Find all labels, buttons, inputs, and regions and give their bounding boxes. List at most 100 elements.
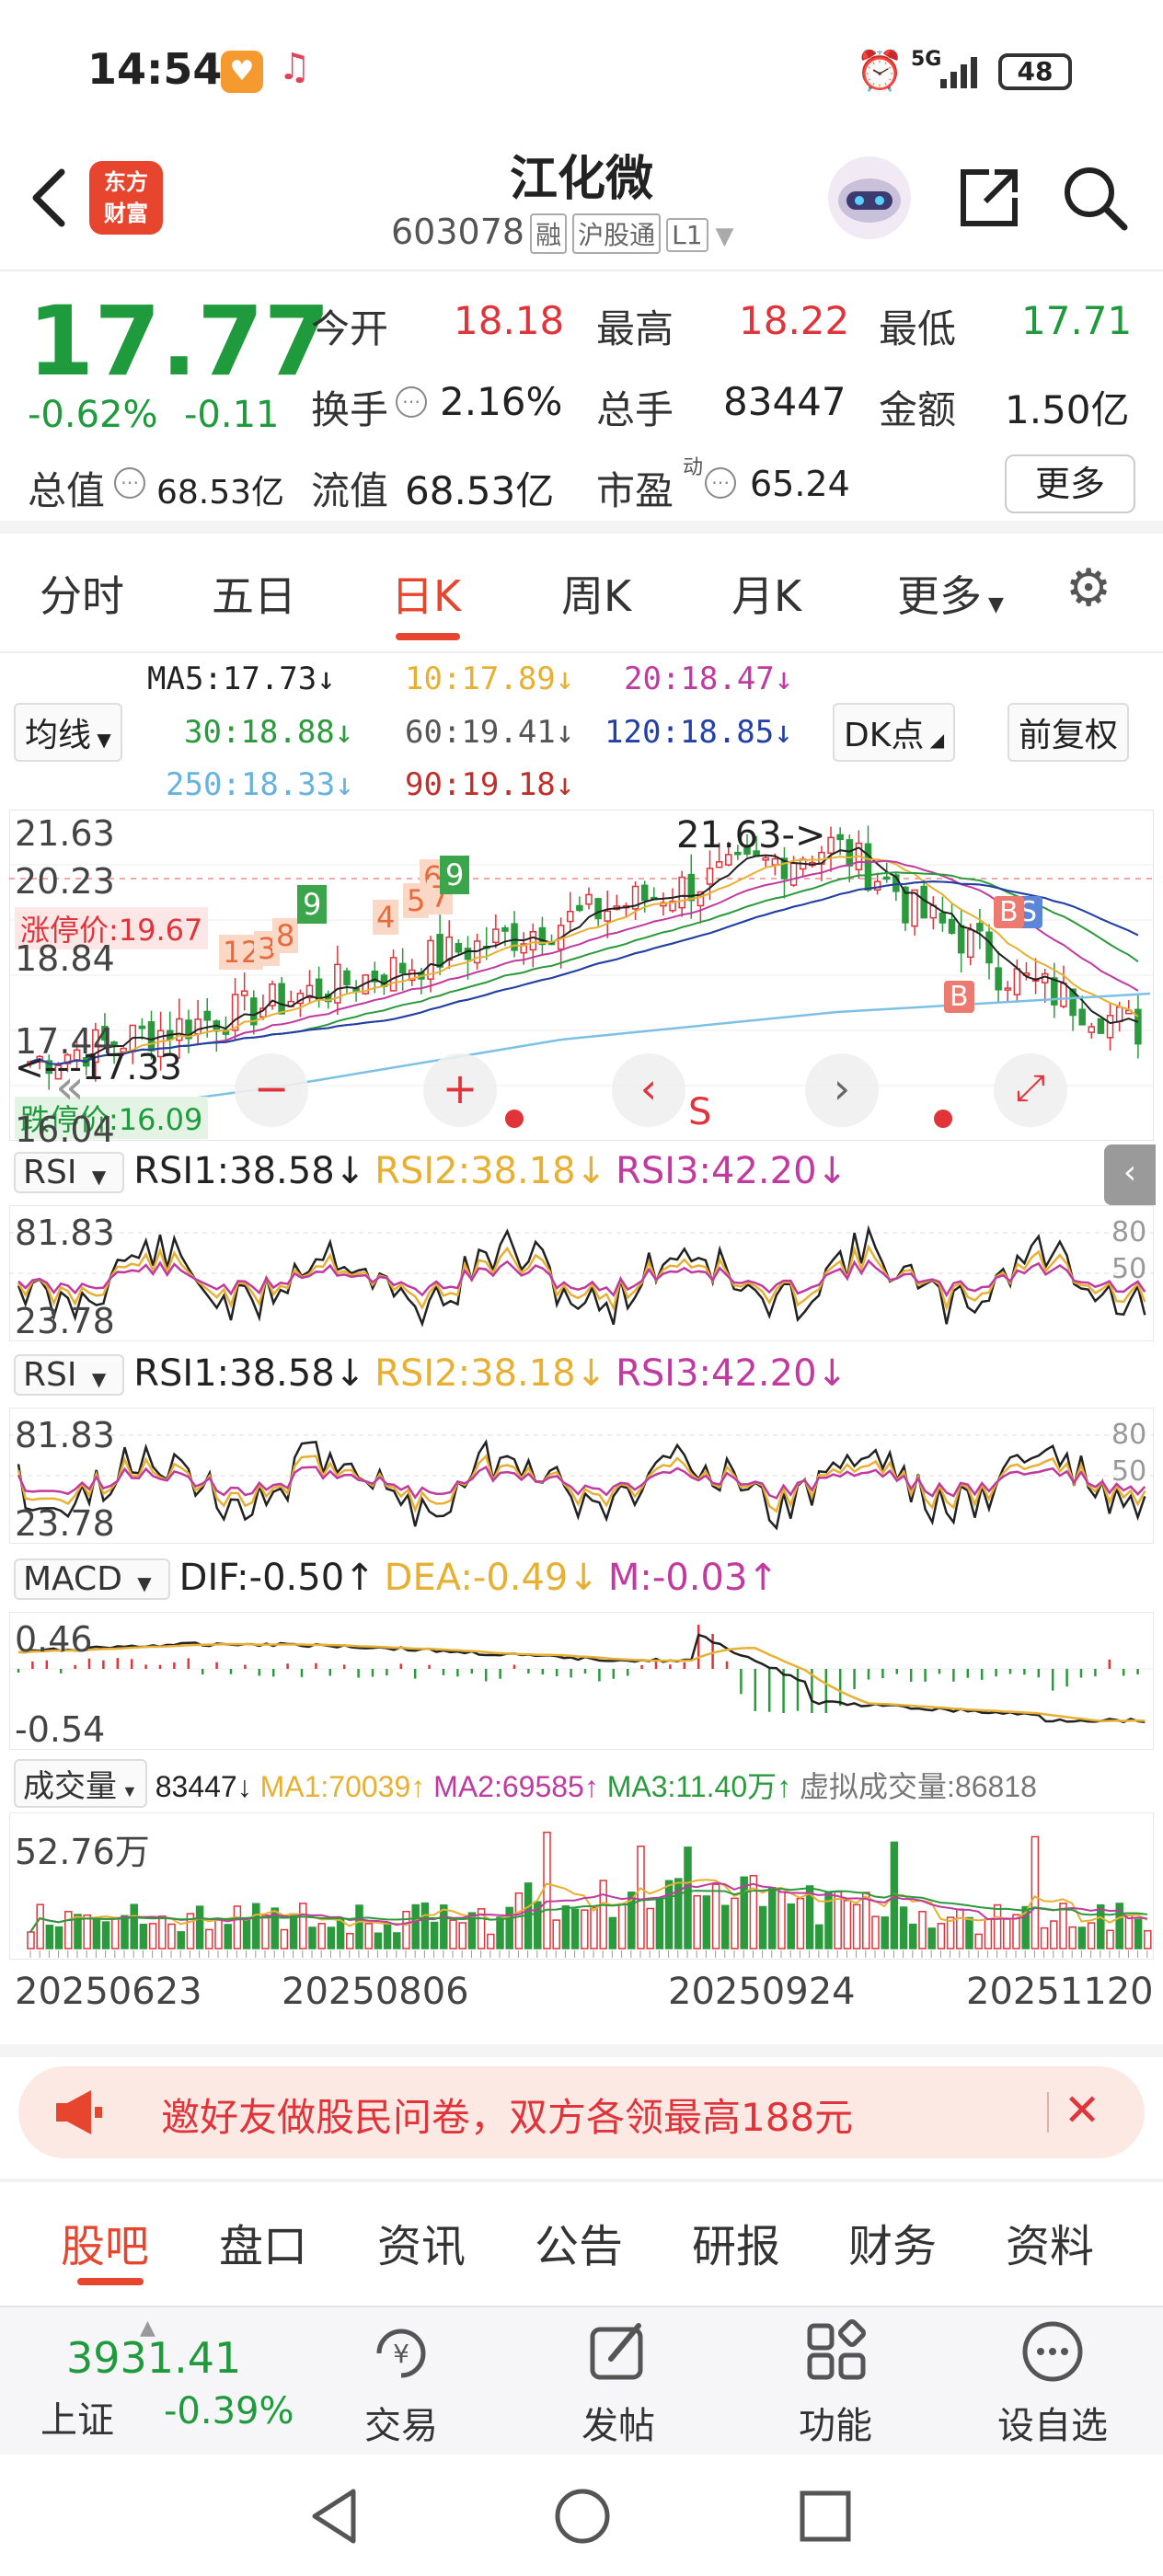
active-tab-indicator [396, 633, 460, 640]
more-button[interactable]: 更多 [1005, 454, 1135, 513]
kline-chart[interactable] [9, 810, 1154, 1141]
tab-weekly-k[interactable]: 周K [561, 563, 631, 624]
volume-bar [317, 1923, 326, 1949]
rsi-legend-1: RSI ▼ RSI1:38.58↓ RSI2:38.18↓ RSI3:42.20↓ [14, 1150, 857, 1193]
prev-button[interactable]: ‹ [612, 1053, 685, 1127]
mktcap-label: 总值 [28, 468, 106, 513]
post-icon[interactable] [583, 2317, 653, 2386]
info-icon[interactable]: ⋯ [705, 467, 736, 499]
rsi-selector[interactable]: RSI ▼ [14, 1152, 125, 1193]
news-tab-announcements[interactable]: 公告 [535, 2210, 623, 2274]
volume-bar [1097, 1903, 1105, 1949]
volume-bar [871, 1915, 880, 1949]
ma-selector[interactable]: 均线 ▼ [14, 703, 122, 762]
volume-bar [83, 1914, 91, 1949]
volume-bar [242, 1919, 251, 1949]
tab-more[interactable]: 更多 ▼ [897, 563, 1004, 624]
recents-square-icon[interactable] [793, 2484, 858, 2548]
macd-selector[interactable]: MACD ▼ [14, 1558, 170, 1600]
home-circle-icon[interactable] [550, 2484, 615, 2548]
add-watchlist-icon[interactable] [1018, 2317, 1088, 2386]
volume-bar [711, 1883, 720, 1949]
fullscreen-button[interactable]: ⤢ [994, 1053, 1067, 1127]
rsi-selector[interactable]: RSI ▼ [14, 1354, 125, 1396]
volume-bar [121, 1915, 129, 1949]
news-tab-news[interactable]: 资讯 [377, 2210, 466, 2274]
nav-watchlist-label[interactable]: 设自选 [997, 2396, 1108, 2449]
date-label-4: 20251120 [966, 1971, 1154, 2013]
collapse-panel-button[interactable]: ‹ [1104, 1144, 1156, 1205]
index-ticker[interactable]: ▲ 3931.41 上证 -0.39% [28, 2317, 322, 2447]
volume-ma3: MA3:11.40万↑ [606, 1770, 792, 1803]
index-name: 上证 [40, 2399, 114, 2442]
tab-five-day[interactable]: 五日 [212, 563, 296, 624]
trade-icon[interactable]: ¥ [366, 2318, 436, 2388]
volume-bar [834, 1891, 842, 1949]
volume-bar [1012, 1914, 1020, 1949]
function-icon[interactable] [802, 2317, 872, 2386]
search-icon[interactable] [1058, 161, 1132, 235]
open-value: 18.18 [454, 298, 565, 343]
news-tab-orderbook[interactable]: 盘口 [219, 2210, 307, 2274]
candle-body [1004, 987, 1011, 991]
candle-body [1060, 983, 1067, 1007]
nav-post-label[interactable]: 发帖 [582, 2396, 655, 2449]
last-price-marker: <---17.33 [15, 1047, 182, 1087]
volume-selector[interactable]: 成交量 ▼ [14, 1759, 147, 1808]
volume-bar [505, 1906, 513, 1949]
adjust-selector[interactable]: 前复权 [1008, 703, 1130, 762]
info-icon[interactable]: ⋯ [396, 386, 427, 418]
volume-bar [261, 1915, 270, 1949]
virtual-volume: 虚拟成交量:86818 [800, 1770, 1037, 1803]
zoom-in-button[interactable]: + [423, 1053, 497, 1127]
volume-bar [355, 1904, 363, 1949]
news-tab-finance[interactable]: 财务 [848, 2210, 937, 2274]
nav-trade-label[interactable]: 交易 [364, 2396, 438, 2449]
volume-bar [787, 1903, 795, 1949]
zoom-out-button[interactable]: − [235, 1053, 308, 1127]
back-triangle-icon[interactable] [304, 2484, 368, 2548]
news-tab-profile[interactable]: 资料 [1006, 2210, 1094, 2274]
buy-marker: B [994, 896, 1024, 928]
tab-daily-k[interactable]: 日K [391, 563, 461, 624]
volume-value: 83447↓ [155, 1770, 252, 1803]
volume-selector-label: 成交量 [23, 1769, 117, 1804]
candle-body [771, 857, 779, 866]
scroll-left-icon[interactable]: « [55, 1060, 85, 1115]
volume-bar [937, 1923, 946, 1949]
nav-function-label[interactable]: 功能 [799, 2396, 872, 2449]
news-tab-forum[interactable]: 股吧 [61, 2210, 149, 2274]
macd-dea-value: DEA:-0.49↓ [384, 1557, 599, 1599]
candle-body [995, 967, 1002, 991]
volume-bar [608, 1916, 617, 1949]
close-icon[interactable]: ✕ [1064, 2085, 1100, 2136]
volume-bar [402, 1911, 410, 1949]
share-icon[interactable] [952, 161, 1026, 235]
stock-code-row[interactable]: 603078 融沪股通 L1 ▼ [391, 212, 734, 254]
candle-body [576, 904, 583, 912]
news-tab-research[interactable]: 研报 [692, 2210, 780, 2274]
volume-bar [927, 1927, 936, 1949]
candle-body [762, 857, 769, 861]
settings-icon[interactable]: ⚙ [1065, 563, 1111, 615]
volume-bar [1134, 1918, 1143, 1949]
tab-intraday[interactable]: 分时 [40, 563, 124, 624]
next-button[interactable]: › [805, 1053, 879, 1127]
caret-down-icon: ▼ [86, 1368, 107, 1390]
rsi-80-label: 80 [1111, 1419, 1147, 1451]
volume-bar [205, 1928, 213, 1949]
pe-label: 市盈 [596, 468, 674, 513]
robot-avatar-icon[interactable] [828, 156, 911, 239]
rsi-selector-label: RSI [23, 1154, 77, 1191]
info-icon[interactable]: ⋯ [114, 467, 145, 499]
ma60-label: 60:19.41↓ [405, 714, 575, 751]
tab-more-label: 更多 [897, 571, 982, 621]
pe-value: 65.24 [750, 464, 850, 504]
candle-body [604, 910, 611, 922]
tab-monthly-k[interactable]: 月K [731, 563, 801, 624]
rsi-top-label: 81.83 [15, 1415, 115, 1455]
dk-point-selector[interactable]: DK点 ◢ [833, 703, 956, 762]
signal-icon [938, 53, 985, 90]
date-label-1: 20250623 [15, 1971, 202, 2013]
candle-body [976, 923, 984, 932]
